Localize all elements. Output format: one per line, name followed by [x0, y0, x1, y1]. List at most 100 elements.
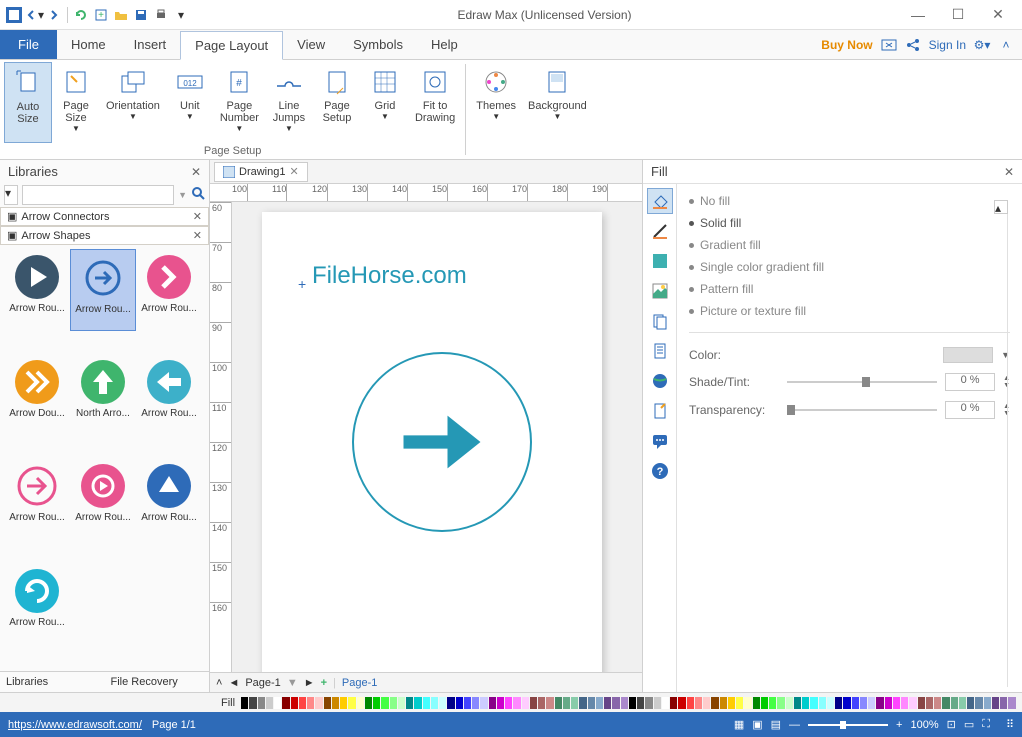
shape-item[interactable]: Arrow Rou... [136, 249, 202, 331]
page-setup-button[interactable]: PageSetup [313, 62, 361, 143]
library-selector[interactable]: ▾ [4, 185, 18, 205]
menu-symbols[interactable]: Symbols [339, 30, 417, 59]
shape-item[interactable]: Arrow Rou... [70, 458, 136, 540]
zoom-slider[interactable] [808, 724, 888, 726]
color-cell[interactable] [786, 697, 793, 709]
menu-insert[interactable]: Insert [120, 30, 181, 59]
search-icon[interactable] [191, 186, 205, 204]
color-cell[interactable] [390, 697, 397, 709]
scroll-up-icon[interactable]: ▴ [994, 200, 1008, 214]
unit-button[interactable]: 012 Unit ▼ [166, 62, 214, 143]
fill-option[interactable]: Picture or texture fill [689, 304, 1010, 318]
color-cell[interactable] [423, 697, 430, 709]
color-cell[interactable] [365, 697, 372, 709]
color-cell[interactable] [522, 697, 529, 709]
open-icon[interactable] [111, 5, 131, 25]
color-cell[interactable] [670, 697, 677, 709]
view-present-icon[interactable]: ▤ [771, 718, 781, 731]
menu-help[interactable]: Help [417, 30, 472, 59]
color-cell[interactable] [951, 697, 958, 709]
color-cell[interactable] [274, 697, 281, 709]
fill-option[interactable]: No fill [689, 194, 1010, 208]
color-cell[interactable] [381, 697, 388, 709]
app-icon[interactable] [4, 5, 24, 25]
color-cell[interactable] [728, 697, 735, 709]
shadow-icon[interactable] [647, 248, 673, 274]
page-selector[interactable]: Page-1 [245, 677, 280, 689]
color-cell[interactable] [472, 697, 479, 709]
trans-slider[interactable] [787, 409, 937, 411]
new-icon[interactable]: + [91, 5, 111, 25]
page-tab[interactable]: Page-1 [342, 677, 377, 689]
tab-file-recovery[interactable]: File Recovery [105, 672, 210, 692]
shape-item[interactable]: Arrow Rou... [4, 458, 70, 540]
save-icon[interactable] [131, 5, 151, 25]
color-cell[interactable] [497, 697, 504, 709]
shape-item[interactable]: Arrow Rou... [4, 249, 70, 331]
color-cell[interactable] [414, 697, 421, 709]
color-palette[interactable] [241, 697, 1016, 709]
color-cell[interactable] [794, 697, 801, 709]
line-style-icon[interactable] [647, 218, 673, 244]
color-cell[interactable] [654, 697, 661, 709]
color-cell[interactable] [299, 697, 306, 709]
collapse-ribbon-icon[interactable]: ˄ [998, 37, 1014, 53]
fit-drawing-button[interactable]: Fit toDrawing [409, 62, 461, 143]
color-cell[interactable] [431, 697, 438, 709]
color-cell[interactable] [777, 697, 784, 709]
collapse-icon[interactable]: ˄ [216, 677, 222, 689]
close-button[interactable]: ✕ [978, 3, 1018, 27]
color-cell[interactable] [447, 697, 454, 709]
color-cell[interactable] [406, 697, 413, 709]
color-cell[interactable] [984, 697, 991, 709]
color-cell[interactable] [901, 697, 908, 709]
lib-section-connectors[interactable]: ▣Arrow Connectors ✕ [0, 207, 209, 226]
globe-icon[interactable] [647, 368, 673, 394]
color-cell[interactable] [546, 697, 553, 709]
color-cell[interactable] [637, 697, 644, 709]
redo-icon[interactable] [44, 5, 64, 25]
color-cell[interactable] [992, 697, 999, 709]
color-cell[interactable] [753, 697, 760, 709]
fill-option[interactable]: Pattern fill [689, 282, 1010, 296]
color-cell[interactable] [703, 697, 710, 709]
color-cell[interactable] [852, 697, 859, 709]
menu-page-layout[interactable]: Page Layout [180, 31, 283, 60]
color-cell[interactable] [530, 697, 537, 709]
menu-view[interactable]: View [283, 30, 339, 59]
share-icon[interactable] [905, 37, 921, 53]
color-cell[interactable] [538, 697, 545, 709]
next-page-icon[interactable]: ► [304, 677, 315, 689]
shape-item[interactable]: Arrow Rou... [70, 249, 136, 331]
color-cell[interactable] [571, 697, 578, 709]
fill-bucket-icon[interactable] [647, 188, 673, 214]
refresh-icon[interactable] [71, 5, 91, 25]
tab-libraries[interactable]: Libraries [0, 672, 105, 692]
maximize-button[interactable]: ☐ [938, 3, 978, 27]
color-cell[interactable] [604, 697, 611, 709]
color-cell[interactable] [942, 697, 949, 709]
color-cell[interactable] [480, 697, 487, 709]
shape-item[interactable]: Arrow Rou... [4, 563, 70, 645]
color-cell[interactable] [918, 697, 925, 709]
buy-now-link[interactable]: Buy Now [821, 38, 872, 52]
color-cell[interactable] [348, 697, 355, 709]
color-cell[interactable] [291, 697, 298, 709]
color-cell[interactable] [596, 697, 603, 709]
color-cell[interactable] [959, 697, 966, 709]
shade-slider[interactable] [787, 381, 937, 383]
color-cell[interactable] [827, 697, 834, 709]
color-cell[interactable] [769, 697, 776, 709]
color-cell[interactable] [678, 697, 685, 709]
grid-button[interactable]: Grid ▼ [361, 62, 409, 143]
color-cell[interactable] [645, 697, 652, 709]
color-cell[interactable] [464, 697, 471, 709]
color-cell[interactable] [662, 697, 669, 709]
themes-button[interactable]: Themes ▼ [470, 62, 522, 155]
file-menu[interactable]: File [0, 30, 57, 59]
color-cell[interactable] [926, 697, 933, 709]
color-cell[interactable] [588, 697, 595, 709]
color-cell[interactable] [398, 697, 405, 709]
close-tab-icon[interactable]: ✕ [289, 165, 298, 178]
fit-width-icon[interactable]: ▭ [964, 718, 974, 731]
